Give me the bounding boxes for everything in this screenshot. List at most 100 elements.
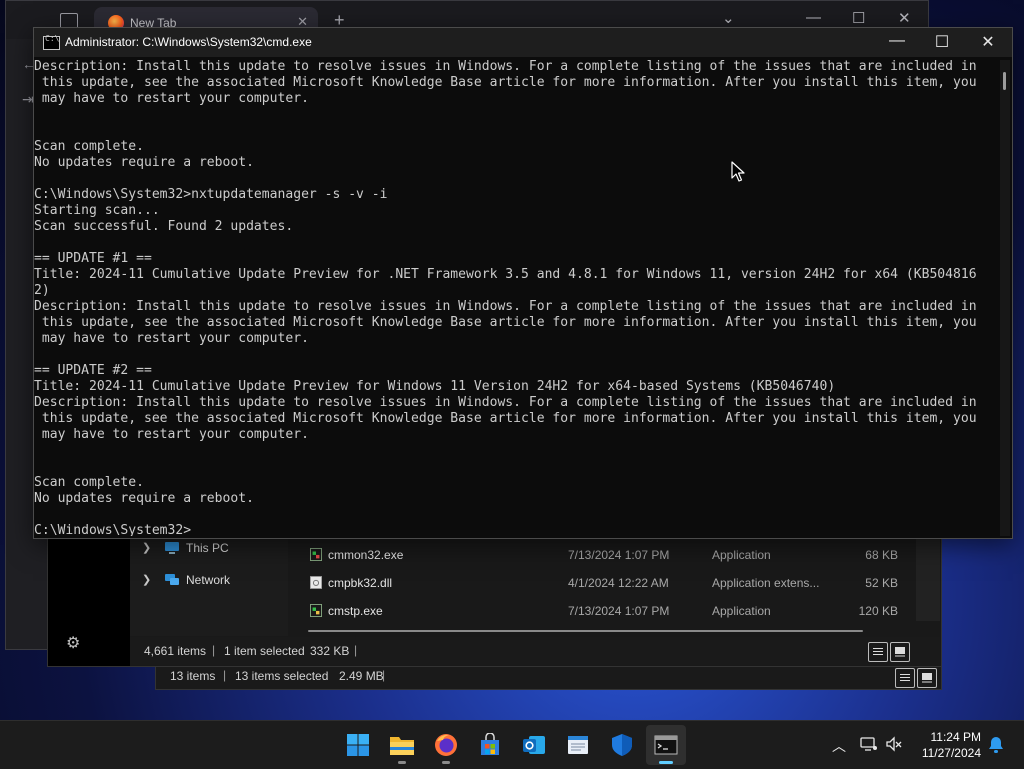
file-date: 4/1/2024 12:22 AM [568,576,669,590]
taskbar-firefox[interactable] [426,725,466,765]
terminal-icon: C:\ [43,34,60,50]
console-line: may have to restart your computer. [34,91,309,106]
browser-maximize-button[interactable]: ☐ [852,9,865,27]
status-selected: 1 item selected [224,644,305,658]
settings-gear-icon[interactable]: ⚙ [66,633,80,653]
status-separator: | [223,668,227,682]
notepad-icon [568,736,588,754]
nav-item-network[interactable]: ❯ Network [130,567,288,595]
console-line: may have to restart your computer. [34,331,309,346]
console-line: this update, see the associated Microsof… [34,75,977,90]
show-hidden-icons-chevron-icon[interactable]: ︿ [832,736,846,756]
cmd-scrollbar[interactable] [1000,60,1010,536]
dll-icon [310,576,322,589]
console-line: == UPDATE #1 == [34,251,152,266]
shield-icon [612,734,632,756]
tiles-view-button[interactable] [890,642,910,662]
console-line: C:\Windows\System32>nxtupdatemanager -s … [34,187,388,202]
horizontal-scrollbar[interactable] [308,630,863,632]
start-button[interactable] [338,725,378,765]
file-date: 7/13/2024 1:07 PM [568,548,670,562]
file-size: 52 KB [865,576,898,590]
file-type: Application [712,548,771,562]
taskbar: ︿ 11:24 PM 11/27/2024 [0,720,1024,769]
status-separator: | [382,668,386,682]
cmd-maximize-button[interactable]: ☐ [922,32,962,52]
console-line: C:\Windows\System32> [34,523,192,536]
terminal-icon [654,735,678,755]
file-size: 120 KB [858,604,898,618]
store-icon [481,733,499,755]
taskbar-command-prompt[interactable] [646,725,686,765]
status-selected: 13 items selected [235,669,329,683]
cmd-title-bar[interactable]: C:\ Administrator: C:\Windows\System32\c… [34,28,1012,57]
details-view-button[interactable] [868,642,888,662]
tiles-view-button[interactable] [917,668,937,688]
cmd-minimize-button[interactable]: — [877,32,917,50]
file-row[interactable]: cmstp.exe 7/13/2024 1:07 PM Application … [298,597,918,625]
file-name: cmpbk32.dll [328,576,393,590]
console-line: Scan successful. Found 2 updates. [34,219,294,234]
console-line: Description: Install this update to reso… [34,59,977,74]
folder-icon [390,737,414,755]
clock-date[interactable]: 11/27/2024 [917,746,981,760]
details-view-button[interactable] [895,668,915,688]
nav-label: Network [186,573,231,587]
console-line: Scan complete. [34,475,144,490]
console-output[interactable]: Description: Install this update to reso… [34,59,996,536]
sign-in-icon[interactable]: ⇥ [22,91,34,108]
nav-label: This PC [186,541,229,555]
taskbar-outlook[interactable] [514,725,554,765]
console-line: may have to restart your computer. [34,427,309,442]
tab-dropdown-icon[interactable]: ⌄ [722,9,735,27]
taskbar-notepad[interactable] [558,725,598,765]
file-type: Application extens... [712,576,820,590]
console-line: Starting scan... [34,203,160,218]
taskbar-store[interactable] [470,725,510,765]
cmd-scrollbar-thumb[interactable] [1003,72,1006,90]
exe-icon [310,548,322,561]
browser-side-nav: ← ⇥ [6,39,36,649]
status-size: 2.49 MB [339,669,384,683]
browser-close-button[interactable]: ✕ [898,9,911,27]
command-prompt-window[interactable]: C:\ Administrator: C:\Windows\System32\c… [33,27,1013,539]
notification-bell-icon[interactable] [988,736,1004,754]
network-icon [165,574,179,585]
nav-item-this-pc[interactable]: ❯ This PC [130,535,288,563]
network-status-icon[interactable] [860,736,878,752]
cmd-close-button[interactable]: ✕ [968,32,1008,52]
console-line: No updates require a reboot. [34,155,254,170]
pc-icon [165,542,179,554]
taskbar-file-explorer[interactable] [382,725,422,765]
running-indicator [398,761,406,764]
status-item-count: 13 items [170,669,216,683]
file-name: cmmon32.exe [328,548,404,562]
clock-time[interactable]: 11:24 PM [925,730,981,744]
windows-logo-icon [347,734,369,756]
file-row[interactable]: cmmon32.exe 7/13/2024 1:07 PM Applicatio… [298,541,918,569]
terminal-icon-glyph: C:\ [45,34,60,43]
console-line: Description: Install this update to reso… [34,299,977,314]
browser-minimize-button[interactable]: — [806,9,821,26]
taskbar-windows-security[interactable] [602,725,642,765]
cmd-window-title: Administrator: C:\Windows\System32\cmd.e… [65,35,312,49]
explorer-window-secondary: 13 items | 13 items selected 2.49 MB | [155,664,942,690]
file-size: 68 KB [865,548,898,562]
chevron-right-icon[interactable]: ❯ [142,573,151,586]
volume-muted-icon[interactable] [885,736,903,752]
console-line: this update, see the associated Microsof… [34,411,977,426]
status-separator: | [354,643,358,657]
file-date: 7/13/2024 1:07 PM [568,604,670,618]
chevron-right-icon[interactable]: ❯ [142,541,151,554]
console-line: Title: 2024-11 Cumulative Update Preview… [34,379,836,394]
file-row[interactable]: cmpbk32.dll 4/1/2024 12:22 AM Applicatio… [298,569,918,597]
status-size: 332 KB [310,644,350,658]
